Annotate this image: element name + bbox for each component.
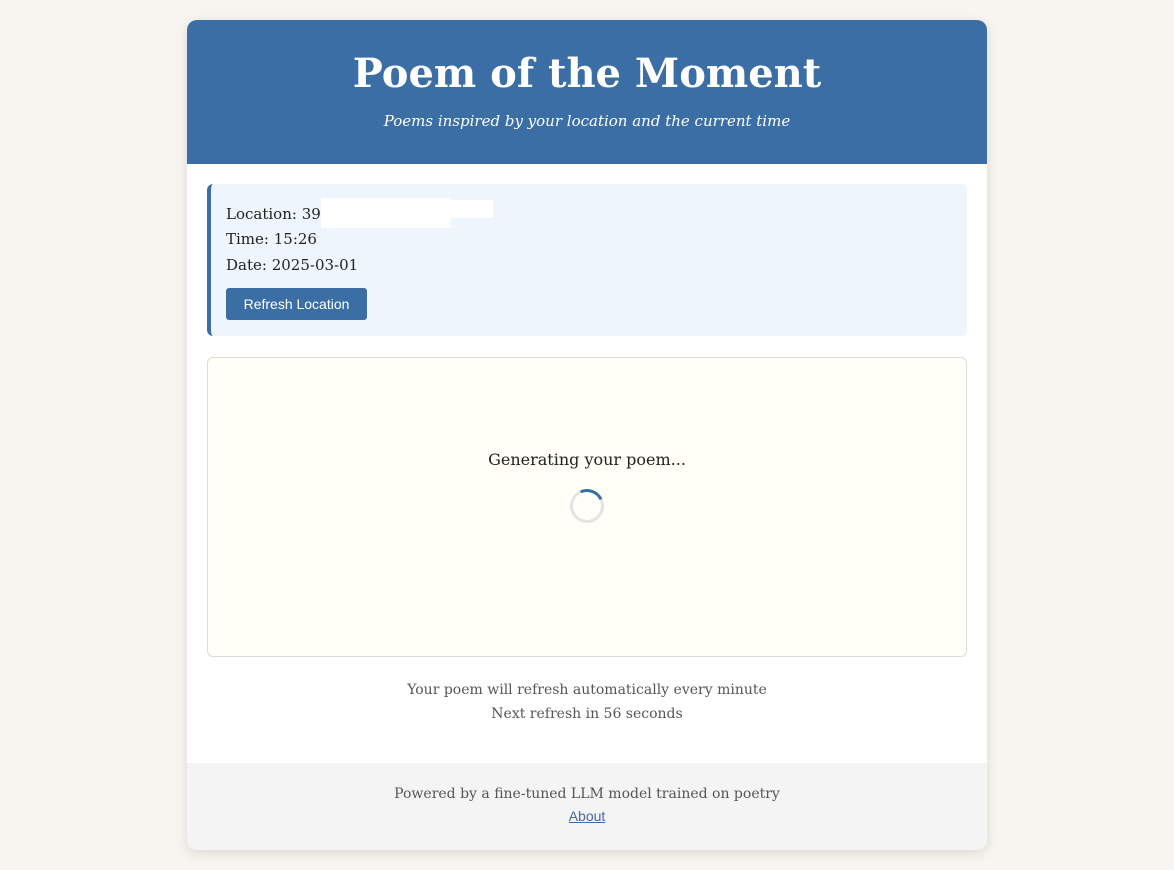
refresh-info: Your poem will refresh automatically eve… bbox=[187, 678, 987, 726]
page-subtitle: Poems inspired by your location and the … bbox=[383, 112, 791, 130]
time-label: Time: bbox=[226, 230, 269, 248]
location-label: Location: bbox=[226, 205, 297, 223]
refresh-countdown: Next refresh in 56 seconds bbox=[491, 706, 683, 722]
redaction-block bbox=[320, 198, 451, 228]
location-line: Location: 39 bbox=[226, 198, 952, 228]
generating-status: Generating your poem... bbox=[488, 450, 686, 469]
time-line: Time: 15:26 bbox=[226, 226, 952, 252]
page-header: Poem of the Moment Poems inspired by you… bbox=[187, 20, 987, 164]
date-label: Date: bbox=[226, 256, 267, 274]
refresh-location-button[interactable]: Refresh Location bbox=[226, 288, 367, 320]
date-line: Date: 2025-03-01 bbox=[226, 252, 952, 278]
main-card: Poem of the Moment Poems inspired by you… bbox=[187, 20, 987, 850]
location-value: 39 bbox=[301, 205, 321, 223]
time-value: 15:26 bbox=[273, 230, 317, 248]
footer-text: Powered by a fine-tuned LLM model traine… bbox=[394, 786, 780, 802]
auto-refresh-note: Your poem will refresh automatically eve… bbox=[407, 682, 767, 698]
poem-container: Generating your poem... bbox=[207, 357, 967, 657]
about-link[interactable]: About bbox=[569, 808, 606, 824]
location-info-panel: Location: 39 Time: 15:26 Date: 2025-03-0… bbox=[207, 184, 967, 336]
date-value: 2025-03-01 bbox=[271, 256, 359, 274]
loading-spinner-icon bbox=[565, 484, 609, 528]
page-footer: Powered by a fine-tuned LLM model traine… bbox=[187, 763, 987, 850]
redaction-block bbox=[450, 200, 493, 218]
page-title: Poem of the Moment bbox=[352, 50, 822, 97]
